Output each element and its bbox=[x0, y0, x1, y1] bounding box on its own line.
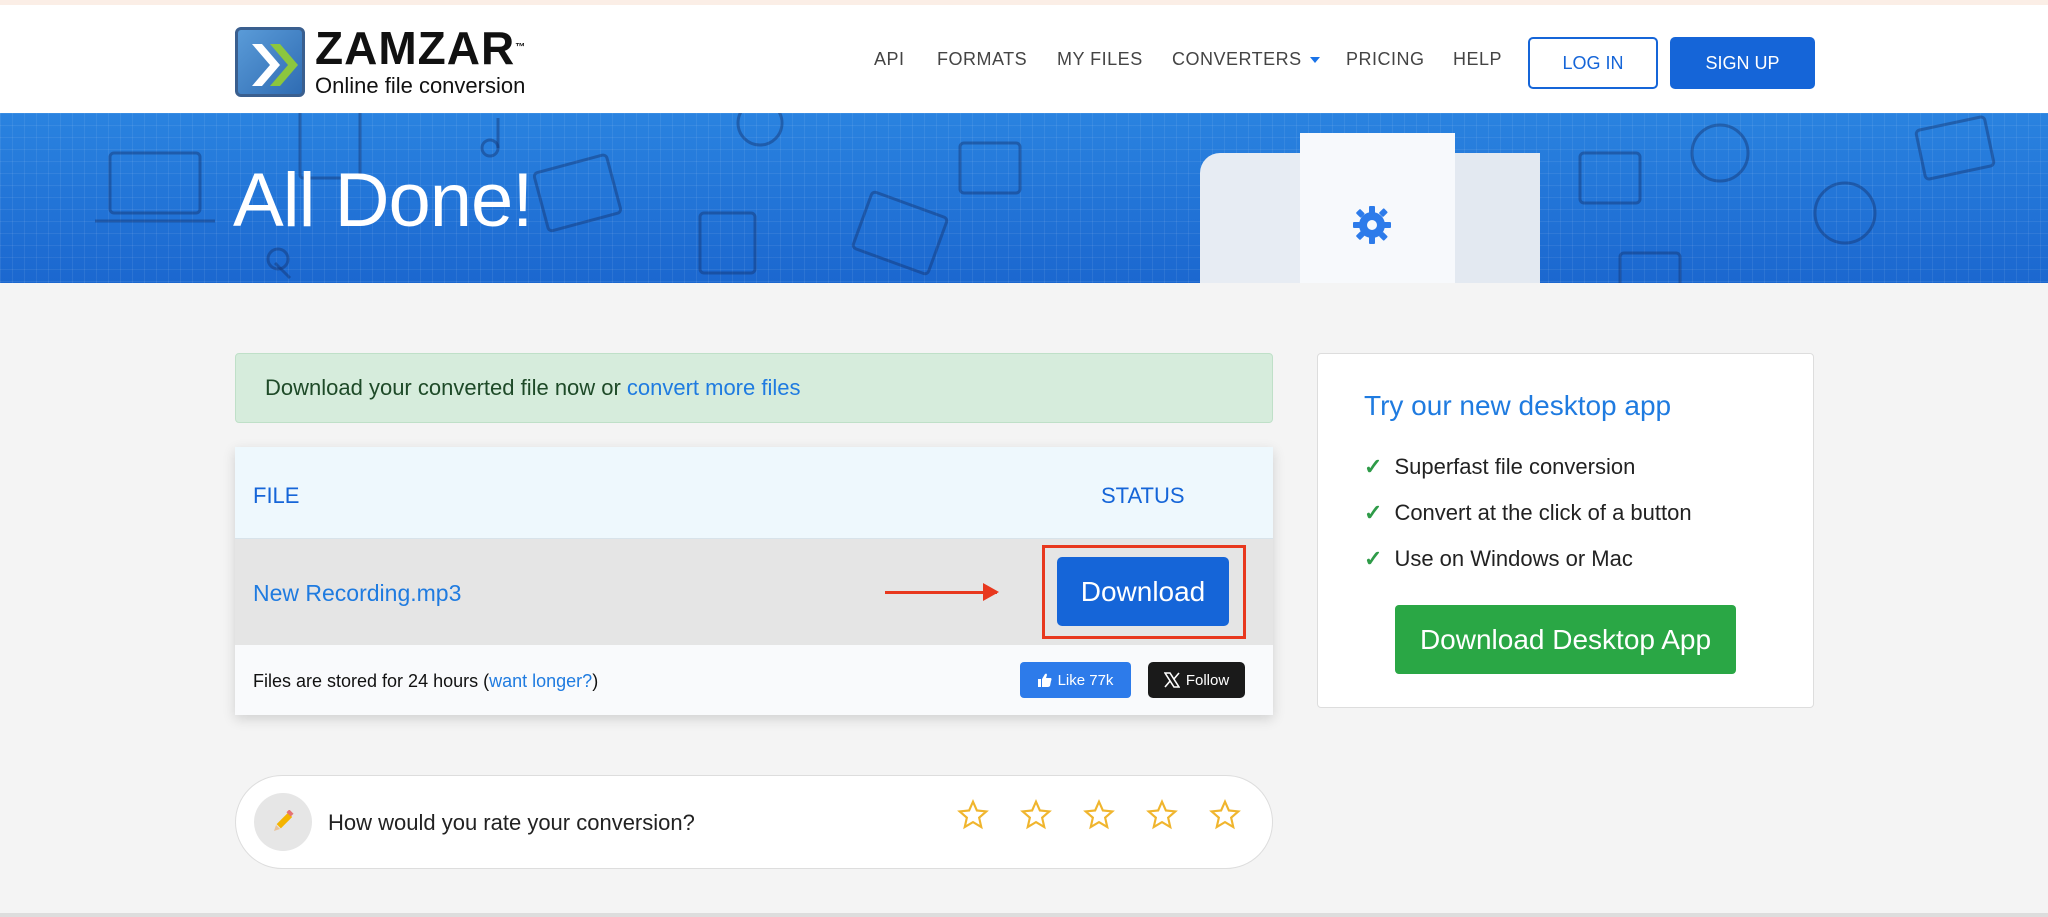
thumbs-up-icon bbox=[1037, 673, 1052, 687]
table-footer: Files are stored for 24 hours (want long… bbox=[235, 645, 1273, 715]
caret-down-icon bbox=[1309, 57, 1320, 64]
feature-text: Convert at the click of a button bbox=[1394, 500, 1692, 525]
promo-features: ✓ Superfast file conversion ✓ Convert at t… bbox=[1364, 444, 1692, 582]
star-rating bbox=[957, 799, 1241, 831]
follow-button[interactable]: Follow bbox=[1148, 662, 1245, 698]
column-header-status: STATUS bbox=[1101, 483, 1185, 508]
rating-widget: How would you rate your conversion? bbox=[235, 775, 1273, 869]
zamzar-logo[interactable]: ZAMZAR™ Online file conversion bbox=[235, 23, 545, 101]
promo-title: Try our new desktop app bbox=[1364, 390, 1672, 421]
table-header: FILE STATUS bbox=[235, 447, 1273, 539]
download-desktop-app-button[interactable]: Download Desktop App bbox=[1395, 605, 1736, 674]
login-button[interactable]: LOG IN bbox=[1528, 37, 1658, 89]
annotation-arrow bbox=[885, 583, 999, 601]
star-icon-1[interactable] bbox=[957, 799, 989, 831]
check-icon: ✓ bbox=[1364, 546, 1383, 571]
want-longer-link[interactable]: want longer? bbox=[489, 671, 592, 691]
nav-pricing[interactable]: PRICING bbox=[1346, 49, 1425, 70]
rating-question: How would you rate your conversion? bbox=[328, 810, 695, 835]
convert-more-files-link[interactable]: convert more files bbox=[627, 375, 801, 401]
hero-banner: All Done! bbox=[0, 113, 2048, 283]
storage-note-text: Files are stored for 24 hours ( bbox=[253, 671, 490, 691]
nav-help[interactable]: HELP bbox=[1453, 49, 1502, 70]
nav-converters-label: CONVERTERS bbox=[1172, 49, 1302, 69]
download-button[interactable]: Download bbox=[1057, 557, 1229, 626]
document-illustration-right bbox=[1440, 153, 1540, 283]
trademark-symbol: ™ bbox=[515, 42, 527, 53]
star-icon-5[interactable] bbox=[1209, 799, 1241, 831]
storage-note-close: ) bbox=[592, 671, 599, 691]
check-icon: ✓ bbox=[1364, 454, 1383, 479]
list-item: ✓ Use on Windows or Mac bbox=[1364, 536, 1692, 582]
star-icon-3[interactable] bbox=[1083, 799, 1115, 831]
feature-text: Superfast file conversion bbox=[1394, 454, 1636, 479]
like-button[interactable]: Like 77k bbox=[1020, 662, 1131, 698]
feature-text: Use on Windows or Mac bbox=[1394, 546, 1633, 571]
nav-my-files[interactable]: MY FILES bbox=[1057, 49, 1143, 70]
star-icon-4[interactable] bbox=[1146, 799, 1178, 831]
nav-formats[interactable]: FORMATS bbox=[937, 49, 1027, 70]
signup-button[interactable]: SIGN UP bbox=[1670, 37, 1815, 89]
column-header-file: FILE bbox=[253, 483, 300, 508]
success-alert: Download your converted file now or conv… bbox=[235, 353, 1273, 423]
brand-name: ZAMZAR bbox=[315, 22, 516, 74]
alert-text: Download your converted file now or bbox=[265, 375, 621, 400]
follow-label: Follow bbox=[1185, 671, 1230, 689]
list-item: ✓ Convert at the click of a button bbox=[1364, 490, 1692, 536]
bottom-divider bbox=[0, 913, 2048, 917]
files-table-card: FILE STATUS New Recording.mp3 Download F… bbox=[235, 447, 1273, 715]
storage-note: Files are stored for 24 hours (want long… bbox=[253, 671, 598, 692]
star-icon-2[interactable] bbox=[1020, 799, 1052, 831]
check-icon: ✓ bbox=[1364, 500, 1383, 525]
nav-api[interactable]: API bbox=[874, 49, 905, 70]
x-logo-icon bbox=[1163, 672, 1180, 688]
gear-icon bbox=[1353, 206, 1391, 244]
page-title: All Done! bbox=[233, 158, 533, 243]
brand-tagline: Online file conversion bbox=[315, 73, 526, 98]
pencil-icon bbox=[254, 793, 312, 851]
filename-link[interactable]: New Recording.mp3 bbox=[253, 580, 461, 607]
desktop-app-promo: Try our new desktop app ✓ Superfast file … bbox=[1317, 353, 1814, 708]
nav-converters[interactable]: CONVERTERS bbox=[1172, 49, 1320, 70]
list-item: ✓ Superfast file conversion bbox=[1364, 444, 1692, 490]
logo-mark-icon bbox=[235, 27, 305, 97]
table-row: New Recording.mp3 Download bbox=[235, 539, 1273, 645]
like-count: Like 77k bbox=[1057, 671, 1114, 689]
site-header: ZAMZAR™ Online file conversion API FORMA… bbox=[0, 5, 2048, 113]
